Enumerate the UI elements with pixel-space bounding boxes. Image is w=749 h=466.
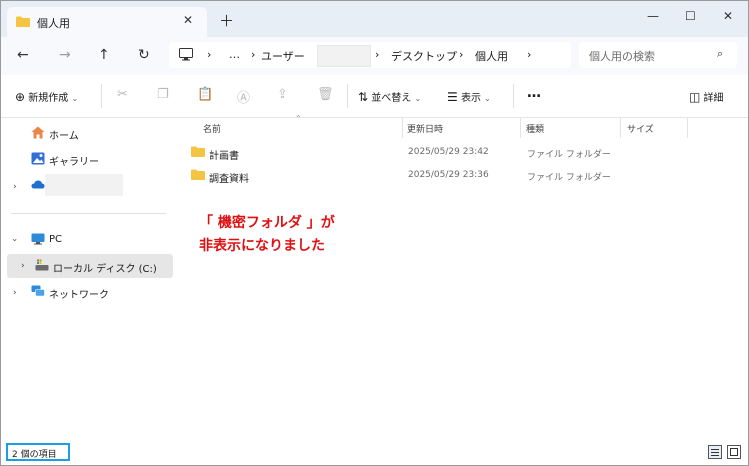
chevron-down-icon: ⌄	[414, 94, 422, 103]
search-icon[interactable]: ⌕	[717, 47, 723, 61]
navigation-bar: ← → ↑ ↻ › … › ユーザー › デスクトップ › 個人用 › ⌕	[1, 37, 748, 75]
maximize-icon[interactable]: ☐	[685, 9, 696, 23]
tab-label: 個人用	[37, 17, 70, 30]
file-list-pane: ⌃ 名前 更新日時 種類 サイズ 計画書 2025/05/29 23:42 ファ…	[177, 114, 748, 440]
file-explorer-window: 個人用 ✕ ＋ — ☐ ✕ ← → ↑ ↻ › … › ユーザー › デスクトッ…	[0, 0, 749, 466]
column-divider[interactable]	[402, 118, 403, 138]
expand-chevron-icon[interactable]: ›	[13, 288, 17, 298]
pc-icon	[179, 48, 193, 61]
collapse-chevron-icon[interactable]: ›	[9, 238, 19, 242]
annotation-callout: 「 機密フォルダ 」が 非表示になりました	[199, 212, 335, 258]
file-name: 計画書	[209, 151, 239, 162]
copy-icon[interactable]: ❐	[157, 87, 169, 102]
expand-chevron-icon[interactable]: ›	[13, 182, 17, 192]
breadcrumb-chevron-icon: ›	[251, 48, 256, 61]
chevron-down-icon: ⌄	[71, 94, 79, 103]
more-options-button[interactable]: …	[527, 85, 541, 101]
item-count: 2 個の項目	[6, 443, 70, 461]
close-window-icon[interactable]: ✕	[723, 9, 733, 23]
breadcrumb-chevron-icon: ›	[459, 48, 464, 61]
file-date: 2025/05/29 23:36	[408, 170, 489, 180]
toolbar-divider	[347, 84, 348, 108]
breadcrumb-chevron-icon: ›	[207, 48, 212, 61]
column-header-size[interactable]: サイズ	[627, 122, 654, 135]
sort-button[interactable]: ⇅ 並べ替え ⌄	[358, 89, 421, 104]
file-type: ファイル フォルダー	[527, 173, 611, 183]
search-box[interactable]: ⌕	[579, 42, 737, 68]
table-row[interactable]: 調査資料 2025/05/29 23:36 ファイル フォルダー	[191, 166, 671, 186]
column-header-date[interactable]: 更新日時	[407, 122, 443, 135]
address-bar[interactable]: › … › ユーザー › デスクトップ › 個人用 ›	[169, 42, 571, 68]
sort-ascending-icon: ⌃	[295, 114, 302, 123]
close-tab-icon[interactable]: ✕	[183, 13, 193, 27]
toolbar-divider	[513, 84, 514, 108]
search-input[interactable]	[587, 46, 711, 66]
pc-icon	[31, 233, 45, 245]
file-date: 2025/05/29 23:42	[408, 147, 489, 157]
thumbnail-view-icon[interactable]	[727, 445, 741, 459]
folder-icon	[191, 146, 205, 157]
chevron-down-icon: ⌄	[484, 94, 491, 103]
details-button[interactable]: ◫ 詳細	[689, 89, 724, 104]
gallery-icon	[31, 152, 45, 165]
table-row[interactable]: 計画書 2025/05/29 23:42 ファイル フォルダー	[191, 143, 671, 163]
onedrive-icon	[31, 180, 45, 189]
file-name: 調査資料	[209, 174, 249, 185]
navigation-pane: ホーム ギャラリー › › PC › ローカル ディスク (C:) › ネットワ…	[1, 118, 176, 440]
column-divider[interactable]	[520, 118, 521, 138]
home-icon	[31, 126, 45, 139]
annotation-line: 非表示になりました	[199, 238, 325, 254]
expand-chevron-icon[interactable]: ›	[21, 261, 25, 271]
share-icon[interactable]: ⇪	[277, 87, 288, 102]
view-button[interactable]: ☰ 表示 ⌄	[447, 89, 491, 104]
paste-icon[interactable]: 📋	[197, 87, 213, 102]
forward-icon[interactable]: →	[59, 47, 71, 63]
column-divider[interactable]	[620, 118, 621, 138]
file-type: ファイル フォルダー	[527, 150, 611, 160]
status-bar: 2 個の項目	[1, 440, 748, 465]
redacted-username	[317, 45, 371, 67]
details-pane-icon: ◫	[689, 90, 701, 104]
breadcrumb-desktop[interactable]: デスクトップ	[391, 48, 457, 64]
tab-personal[interactable]: 個人用 ✕	[7, 7, 207, 37]
minimize-icon[interactable]: —	[647, 9, 659, 23]
command-bar: ⊕ 新規作成 ⌄ ✂ ❐ 📋 Ⓐ ⇪ 🗑 ⇅ 並べ替え ⌄ ☰ 表示 ⌄ … ◫…	[1, 75, 748, 118]
breadcrumb-chevron-icon: ›	[375, 48, 380, 61]
title-bar: 個人用 ✕ ＋ — ☐ ✕	[1, 1, 748, 37]
details-view-icon[interactable]	[708, 445, 722, 459]
column-header-name[interactable]: 名前	[203, 122, 221, 135]
sort-icon: ⇅	[358, 90, 369, 104]
drive-icon	[35, 259, 49, 271]
folder-icon	[16, 16, 30, 27]
column-header-type[interactable]: 種類	[526, 122, 544, 135]
new-button[interactable]: ⊕ 新規作成 ⌄	[15, 89, 78, 104]
delete-icon[interactable]: 🗑	[317, 87, 334, 102]
breadcrumb-personal[interactable]: 個人用	[475, 48, 508, 64]
toolbar-divider	[101, 84, 102, 108]
refresh-icon[interactable]: ↻	[138, 47, 150, 63]
up-icon[interactable]: ↑	[98, 47, 110, 63]
new-tab-icon[interactable]: ＋	[219, 10, 234, 31]
annotation-line: 「 機密フォルダ 」が	[199, 215, 335, 231]
column-divider[interactable]	[687, 118, 688, 138]
redacted-account	[45, 174, 123, 196]
view-list-icon: ☰	[447, 90, 458, 104]
rename-icon[interactable]: Ⓐ	[237, 87, 250, 106]
plus-circle-icon: ⊕	[15, 90, 26, 104]
cut-icon[interactable]: ✂	[117, 87, 128, 102]
breadcrumb-chevron-icon[interactable]: ›	[527, 48, 531, 61]
breadcrumb-ellipsis[interactable]: …	[229, 48, 240, 61]
sidebar-divider	[11, 213, 166, 214]
back-icon[interactable]: ←	[17, 47, 29, 63]
network-icon	[31, 285, 45, 297]
folder-icon	[191, 169, 205, 180]
breadcrumb-users[interactable]: ユーザー	[261, 48, 305, 64]
